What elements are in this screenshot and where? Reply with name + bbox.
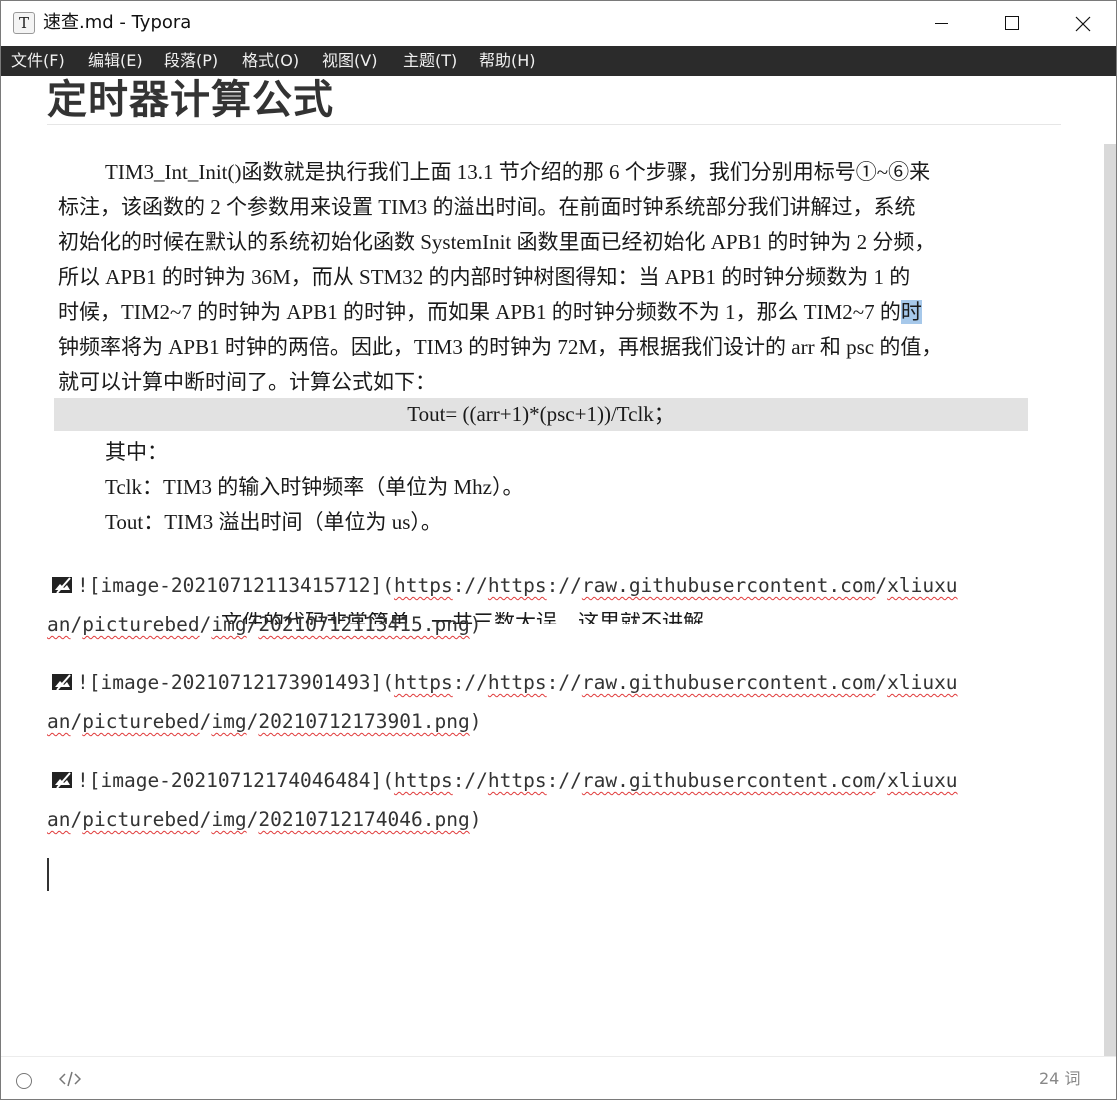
menu-format[interactable]: 格式(O) [242,51,299,71]
broken-image-icon [52,772,72,789]
md-url-part: picturebed [82,808,200,831]
text-cursor [47,858,49,891]
menu-edit[interactable]: 编辑(E) [88,51,143,71]
md-url-part: https [487,769,547,792]
timer-formula: Tout= ((arr+1)*(psc+1))/Tclk； [407,402,675,426]
md-url-part: / [246,808,259,831]
md-url-part: :// [452,671,488,694]
md-url-part: :// [546,574,582,597]
image-text-line: 时候，TIM2~7 的时钟为 APB1 的时钟，而如果 APB1 的时钟分频数不… [58,295,1026,330]
md-url-part: / [875,671,888,694]
text-selection: 时 [900,300,922,324]
editor-area[interactable]: 定时器计算公式 TIM3_Int_Init()函数就是执行我们上面 13.1 节… [1,76,1104,1056]
md-url-part: https [393,671,453,694]
formula-where: 其中： [105,440,168,464]
md-url-part: img [211,808,247,831]
menu-paragraph[interactable]: 段落(P) [164,51,218,71]
markdown-image-source[interactable]: ![image-20210712174046484](https://https… [47,761,1057,839]
menu-view[interactable]: 视图(V) [322,51,377,71]
md-url-part: xliuxu [887,671,958,694]
md-url-part: / [70,710,83,733]
menu-bar: 文件(F) 编辑(E) 段落(P) 格式(O) 视图(V) 主题(T) 帮助(H… [1,46,1116,76]
md-url-part: picturebed [82,613,200,636]
md-url-part: raw.githubusercontent.com [581,574,876,597]
minimize-icon [935,23,948,24]
md-url-part: raw.githubusercontent.com [581,671,876,694]
md-url-part: 20210712174046.png [258,808,470,831]
maximize-icon [1005,16,1019,30]
word-count[interactable]: 24 词 [1039,1069,1080,1089]
scrollbar-thumb[interactable] [1104,144,1116,1056]
image-text-line: 初始化的时候在默认的系统初始化函数 SystemInit 函数里面已经初始化 A… [58,230,936,254]
close-icon [1075,16,1091,32]
typora-window: T 速查.md - Typora 文件(F) 编辑(E) 段落(P) 格式(O)… [0,0,1117,1100]
md-url-part: / [199,808,212,831]
md-url-part: img [211,710,247,733]
image-text-line: TIM3_Int_Init()函数就是执行我们上面 13.1 节介绍的那 6 个… [105,160,931,184]
md-url-part: :// [452,769,488,792]
image-text-line: 钟频率将为 APB1 时钟的两倍。因此，TIM3 的时钟为 72M，再根据我们设… [58,335,943,359]
md-prefix: ![image-20210712113415712]( [77,574,394,597]
minimize-button[interactable] [905,1,977,46]
maximize-button[interactable] [976,1,1048,46]
md-url-part: / [70,808,83,831]
markdown-image-source[interactable]: ![image-20210712173901493](https://https… [47,663,1057,741]
md-url-part: / [199,613,212,636]
menu-theme[interactable]: 主题(T) [403,51,457,71]
md-url-part: / [199,710,212,733]
typora-app-icon: T [13,12,35,34]
md-url-part: / [875,769,888,792]
md-url-part: img [211,613,247,636]
status-bar: 24 词 [1,1056,1116,1099]
tclk-definition: Tclk：TIM3 的输入时钟频率（单位为 Mhz）。 [105,475,524,499]
md-url-part: :// [546,769,582,792]
md-url-part: xliuxu [887,769,958,792]
md-url-part: ) [469,710,482,733]
source-code-icon[interactable] [59,1070,81,1088]
md-url-part: https [393,769,453,792]
md-url-part: 20210712173901.png [258,710,470,733]
md-url-part: :// [452,574,488,597]
md-url-part: https [393,574,453,597]
image-text-line: 标注，该函数的 2 个参数用来设置 TIM3 的溢出时间。在前面时钟系统部分我们… [58,195,916,219]
md-url-part: picturebed [82,710,200,733]
md-url-part: / [875,574,888,597]
broken-image-icon [52,577,72,594]
md-url-part: ) [469,613,482,636]
embedded-image[interactable]: TIM3_Int_Init()函数就是执行我们上面 13.1 节介绍的那 6 个… [51,154,1036,624]
document-heading[interactable]: 定时器计算公式 [47,76,334,124]
md-url-part: / [70,613,83,636]
markdown-image-source[interactable]: ![image-20210712113415712](https://https… [47,566,1057,644]
md-url-part: https [487,574,547,597]
md-url-part: https [487,671,547,694]
title-bar[interactable]: T 速查.md - Typora [1,1,1116,46]
outline-circle-icon[interactable] [16,1073,32,1089]
md-url-part: xliuxu [887,574,958,597]
menu-file[interactable]: 文件(F) [11,51,65,71]
window-title: 速查.md - Typora [43,12,192,33]
md-url-part: / [246,613,259,636]
image-text-line: 就可以计算中断时间了。计算公式如下： [58,370,436,394]
md-url-part: raw.githubusercontent.com [581,769,876,792]
md-url-part: :// [546,671,582,694]
md-url-part: an [47,613,71,636]
md-url-part: ) [469,808,482,831]
md-url-part: / [246,710,259,733]
heading-divider [47,124,1061,125]
md-url-part: an [47,710,71,733]
md-prefix: ![image-20210712174046484]( [77,769,394,792]
image-text-segment: 时候，TIM2~7 的时钟为 APB1 的时钟，而如果 APB1 的时钟分频数不… [58,300,901,324]
md-url-part: 20210712113415.png [258,613,470,636]
md-prefix: ![image-20210712173901493]( [77,671,394,694]
broken-image-icon [52,674,72,691]
close-button[interactable] [1047,1,1116,46]
image-text-line: 所以 APB1 的时钟为 36M，而从 STM32 的内部时钟树图得知：当 AP… [58,265,911,289]
md-url-part: an [47,808,71,831]
tout-definition: Tout：TIM3 溢出时间（单位为 us）。 [105,510,442,534]
menu-help[interactable]: 帮助(H) [479,51,536,71]
